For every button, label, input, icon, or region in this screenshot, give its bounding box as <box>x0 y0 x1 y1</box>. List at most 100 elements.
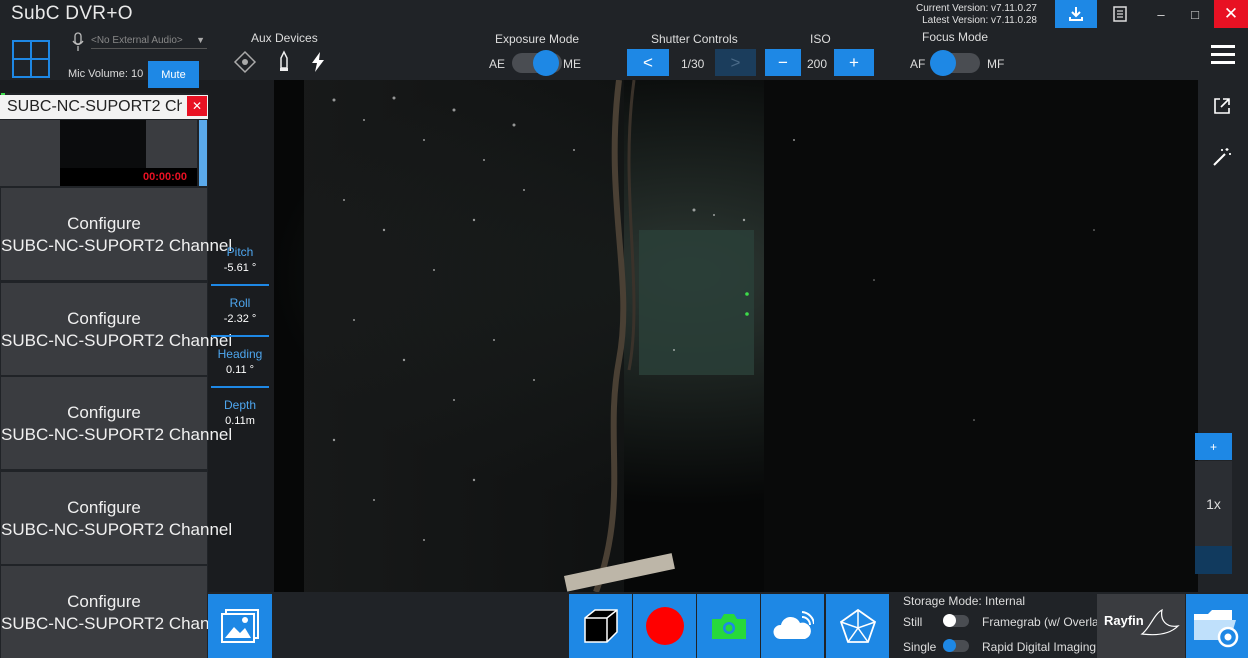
video-feed[interactable] <box>274 80 1198 592</box>
single-label: Single <box>903 640 937 654</box>
exposure-mode-label: Exposure Mode <box>495 32 580 46</box>
toggle-knob <box>930 50 956 76</box>
zoom-level: 1x <box>1206 496 1221 512</box>
telemetry-value: 0.11m <box>225 415 255 427</box>
configure-channel-tile[interactable]: Configure SUBC-NC-SUPORT2 Channel <box>1 377 233 469</box>
shutter-controls-label: Shutter Controls <box>651 32 738 46</box>
close-window-button[interactable]: ✕ <box>1214 0 1248 28</box>
gallery-icon <box>221 609 259 643</box>
underwater-video-image <box>274 80 1198 592</box>
configure-channel-name: SUBC-NC-SUPORT2 Channel <box>1 614 233 633</box>
focus-mode-toggle[interactable] <box>930 50 980 76</box>
configure-channel-tile[interactable]: Configure SUBC-NC-SUPORT2 Channel <box>1 188 232 280</box>
record-timecode: 00:00:00 <box>143 171 188 183</box>
configure-channel-tile[interactable]: Configure SUBC-NC-SUPORT2 Channel <box>1 472 233 564</box>
telemetry-panel: Pitch -5.61 ° Roll -2.32 ° Heading 0.11 … <box>211 235 269 439</box>
snapshot-button[interactable] <box>697 594 760 658</box>
configure-label: Configure <box>67 498 141 517</box>
audio-source-select[interactable]: <No External Audio> ▼ <box>91 35 207 49</box>
manual-button[interactable] <box>1099 0 1141 28</box>
toggle-knob <box>943 614 956 627</box>
toggle-knob <box>943 639 956 652</box>
magic-wand-icon[interactable] <box>1211 146 1233 168</box>
channel-close-button[interactable]: ✕ <box>187 96 207 116</box>
iso-value: 200 <box>807 57 828 71</box>
record-icon <box>645 607 684 645</box>
iso-label: ISO <box>810 32 831 46</box>
gallery-button[interactable] <box>208 594 272 658</box>
exposure-ae-label: AE <box>489 57 506 71</box>
configure-channel-name: SUBC-NC-SUPORT2 Channel <box>1 425 233 444</box>
telemetry-label: Pitch <box>226 245 254 259</box>
telemetry-label: Heading <box>217 347 263 361</box>
channel-name: SUBC-NC-SUPORT2 Channel <box>7 98 182 115</box>
mic-volume-label: Mic Volume: 10 <box>68 68 144 80</box>
record-button[interactable] <box>633 594 696 658</box>
cloud-signal-icon <box>772 611 814 639</box>
network-icon <box>839 608 876 643</box>
network-overlay-button[interactable] <box>826 594 889 658</box>
camera-icon <box>711 614 746 639</box>
zoom-in-button[interactable]: + <box>1195 433 1232 460</box>
channel-header[interactable]: SUBC-NC-SUPORT2 Channel <box>0 95 208 119</box>
microphone-icon <box>72 32 84 51</box>
configure-label: Configure <box>67 214 141 233</box>
configure-channel-tile[interactable]: Configure SUBC-NC-SUPORT2 Channel <box>1 566 233 658</box>
flash-icon[interactable] <box>306 50 330 74</box>
cube-icon <box>583 609 618 643</box>
exposure-mode-toggle[interactable] <box>512 50 562 76</box>
layout-grid-icon[interactable] <box>12 40 50 78</box>
single-rapid-toggle[interactable] <box>943 639 969 652</box>
chevron-down-icon: ▼ <box>196 35 205 45</box>
telemetry-heading: Heading 0.11 ° <box>211 337 269 388</box>
exposure-me-label: ME <box>563 57 581 71</box>
current-version: Current Version: v7.11.0.27 <box>916 3 1037 14</box>
3d-capture-button[interactable] <box>569 594 632 658</box>
configure-label: Configure <box>67 592 141 611</box>
version-info: Current Version: v7.11.0.27 Latest Versi… <box>916 3 1037 27</box>
telemetry-value: 0.11 ° <box>225 364 255 376</box>
menu-icon[interactable] <box>1211 45 1235 65</box>
rapid-imaging-label: Rapid Digital Imaging <box>982 640 1097 654</box>
shutter-next-button[interactable]: > <box>715 49 756 76</box>
still-framegrab-toggle[interactable] <box>943 614 969 627</box>
iso-minus-button[interactable]: − <box>765 49 801 76</box>
storage-settings-button[interactable] <box>1186 594 1248 658</box>
telemetry-pitch: Pitch -5.61 ° <box>211 235 269 286</box>
download-icon <box>1069 7 1083 21</box>
folder-settings-icon <box>1194 610 1239 648</box>
rayfin-fin-icon <box>1140 608 1180 636</box>
light-icon[interactable] <box>272 50 296 74</box>
latest-version: Latest Version: v7.11.0.28 <box>922 15 1037 26</box>
laser-icon[interactable] <box>233 50 257 74</box>
focus-af-label: AF <box>910 57 926 71</box>
focus-mf-label: MF <box>987 57 1005 71</box>
maximize-button[interactable]: □ <box>1174 0 1216 28</box>
external-window-icon[interactable] <box>1212 96 1232 116</box>
configure-label: Configure <box>67 309 141 328</box>
mute-button[interactable]: Mute <box>148 61 199 88</box>
storage-mode: Storage Mode: Internal <box>903 594 1026 608</box>
telemetry-value: -2.32 ° <box>223 313 257 325</box>
configure-label: Configure <box>67 403 141 422</box>
shutter-value: 1/30 <box>681 57 705 71</box>
app-title: SubC DVR+O <box>11 3 133 24</box>
download-update-button[interactable] <box>1055 0 1097 28</box>
aux-devices-label: Aux Devices <box>251 31 318 45</box>
zoom-out-button[interactable] <box>1195 546 1232 574</box>
audio-source-value: <No External Audio> <box>91 35 183 46</box>
cloud-stream-button[interactable] <box>761 594 824 658</box>
shutter-prev-button[interactable]: < <box>627 49 669 76</box>
configure-channel-name: SUBC-NC-SUPORT2 Channel <box>1 520 233 539</box>
document-icon <box>1113 6 1127 22</box>
iso-plus-button[interactable]: + <box>834 49 874 76</box>
focus-mode-label: Focus Mode <box>922 30 989 44</box>
configure-channel-name: SUBC-NC-SUPORT2 Channel <box>1 331 233 350</box>
configure-channel-tile[interactable]: Configure SUBC-NC-SUPORT2 Channel <box>1 283 233 375</box>
telemetry-label: Roll <box>229 296 251 310</box>
telemetry-depth: Depth 0.11m <box>211 388 269 439</box>
channel-scrollbar[interactable] <box>199 120 207 186</box>
toggle-knob <box>533 50 559 76</box>
framegrab-label: Framegrab (w/ Overlay) <box>982 615 1109 629</box>
telemetry-label: Depth <box>223 398 257 412</box>
